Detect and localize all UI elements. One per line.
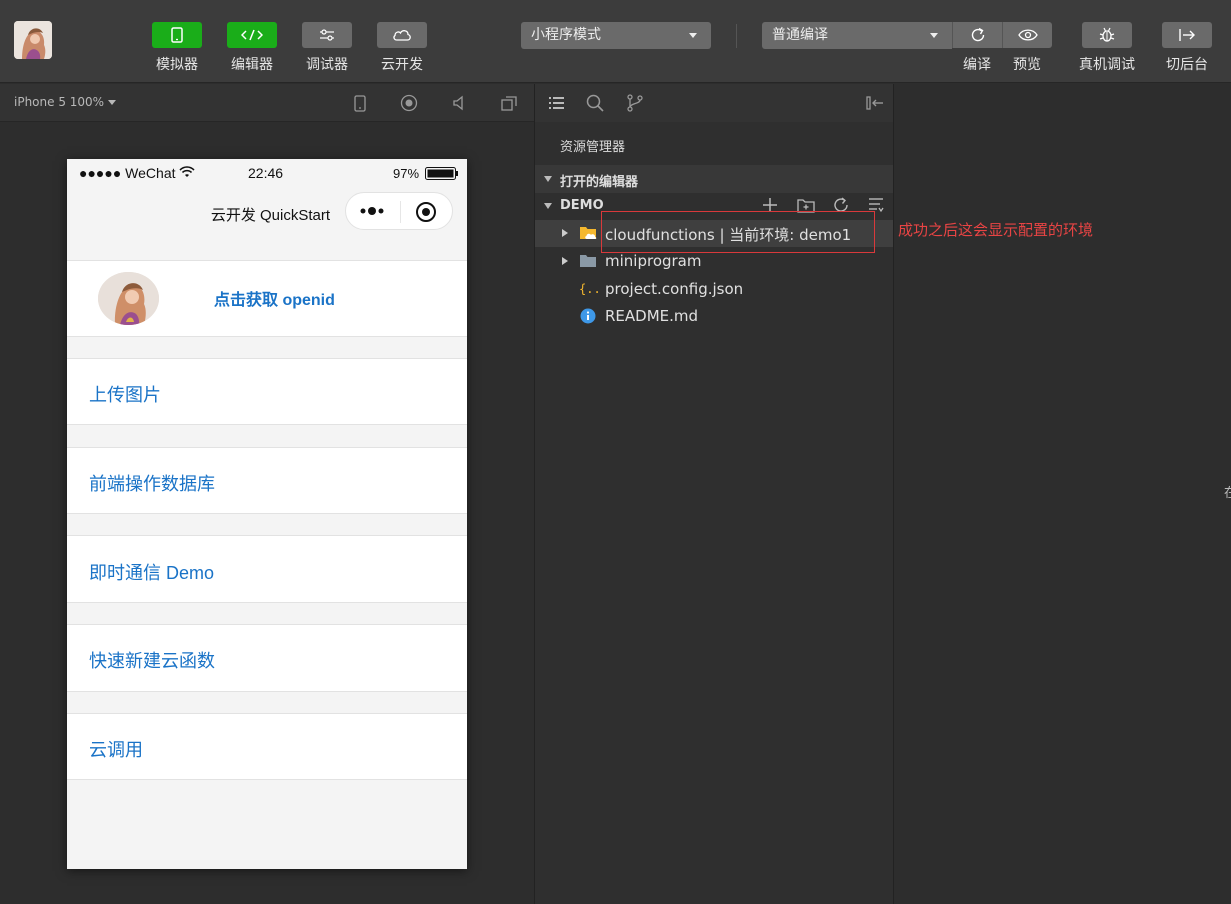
- cloud-dev-label: 云开发: [381, 57, 423, 73]
- cloud-folder-icon: [579, 225, 597, 241]
- simulator-toggle-button[interactable]: 模拟器: [152, 22, 202, 74]
- explorer-title: 资源管理器: [560, 140, 626, 155]
- close-mini-program-icon[interactable]: [415, 201, 437, 228]
- bug-icon: [1082, 22, 1132, 48]
- menu-item-label: 即时通信 Demo: [89, 563, 215, 583]
- capsule-divider: [400, 201, 401, 223]
- chevron-down-icon: [108, 100, 117, 105]
- user-avatar[interactable]: [14, 21, 52, 59]
- debug-toggle-icon: [302, 22, 352, 48]
- annotation-highlight-box: [601, 211, 875, 253]
- annotation-note: 成功之后这会显示配置的环境: [898, 222, 1094, 239]
- chevron-down-icon: [930, 33, 938, 38]
- file-list-icon[interactable]: [546, 93, 566, 113]
- explorer-activity-bar: [535, 84, 893, 122]
- home-icon[interactable]: [399, 93, 419, 113]
- menu-item-label: 云调用: [89, 740, 143, 760]
- top-toolbar: 模拟器 编辑器 调试器 云开发 小程序模式 普通编译 编译 预览 真机调试 切后…: [0, 0, 1231, 83]
- mode-select-value: 小程序模式: [531, 27, 601, 43]
- battery-icon: [425, 167, 459, 183]
- phone-icon: [152, 22, 202, 48]
- compile-button[interactable]: 编译: [952, 22, 1002, 74]
- chevron-right-icon[interactable]: [562, 257, 568, 265]
- cloud-dev-button[interactable]: 云开发: [377, 22, 427, 74]
- switch-background-icon: [1162, 22, 1212, 48]
- project-name: DEMO: [560, 198, 604, 213]
- tree-item-label: README.md: [605, 307, 699, 325]
- switch-background-button[interactable]: 切后台: [1162, 22, 1212, 74]
- open-editors-label: 打开的编辑器: [560, 175, 639, 190]
- menu-item-new-cloud-function[interactable]: 快速新建云函数: [67, 624, 467, 692]
- phone-screen: ●●●●● WeChat 22:46 97% 云开发 QuickStart 点击…: [67, 159, 467, 869]
- mode-select[interactable]: 小程序模式: [521, 22, 711, 49]
- menu-item-cloud-call[interactable]: 云调用: [67, 713, 467, 780]
- detach-window-icon[interactable]: [499, 93, 519, 113]
- battery-percent: 97%: [393, 166, 420, 181]
- device-label: iPhone 5 100%: [14, 95, 105, 109]
- compile-mode-select[interactable]: 普通编译: [762, 22, 952, 49]
- nav-title: 云开发 QuickStart: [210, 207, 330, 224]
- svg-text:{..}: {..}: [579, 282, 599, 296]
- menu-item-label: 前端操作数据库: [89, 474, 215, 494]
- editor-toggle-button[interactable]: 编辑器: [227, 22, 277, 74]
- cloud-icon: [377, 22, 427, 48]
- userinfo-card: 点击获取 openid: [67, 260, 467, 337]
- toolbar-divider: [736, 24, 737, 48]
- devtools-window: 模拟器 编辑器 调试器 云开发 小程序模式 普通编译 编译 预览 真机调试 切后…: [0, 0, 1231, 904]
- info-icon: [579, 308, 597, 324]
- menu-item-label: 上传图片: [89, 385, 161, 405]
- debugger-toggle-button[interactable]: 调试器: [302, 22, 352, 74]
- remote-debug-button[interactable]: 真机调试: [1079, 22, 1135, 74]
- status-time: 22:46: [248, 165, 284, 181]
- menu-item-database[interactable]: 前端操作数据库: [67, 447, 467, 514]
- carrier-text: ●●●●● WeChat: [79, 165, 176, 181]
- volume-icon[interactable]: [449, 93, 469, 113]
- editor-area: [894, 84, 1231, 904]
- device-select[interactable]: iPhone 5 100%: [14, 95, 117, 109]
- chevron-down-icon: [689, 33, 697, 38]
- code-icon: [227, 22, 277, 48]
- tree-item-label: project.config.json: [605, 280, 744, 298]
- switch-background-label: 切后台: [1166, 57, 1208, 73]
- capsule-menu[interactable]: [345, 192, 453, 230]
- source-control-icon[interactable]: [625, 93, 645, 113]
- compile-label: 编译: [963, 57, 991, 73]
- wifi-icon: [179, 165, 195, 181]
- compile-select-value: 普通编译: [772, 27, 828, 43]
- open-editors-section[interactable]: 打开的编辑器: [535, 165, 893, 193]
- get-openid-button[interactable]: 点击获取 openid: [214, 286, 335, 310]
- chevron-down-icon: [544, 176, 552, 182]
- more-icon[interactable]: [359, 203, 387, 224]
- tree-item-label: miniprogram: [605, 252, 702, 270]
- avatar: [98, 272, 159, 325]
- tree-item-project-config[interactable]: {..} project.config.json: [535, 276, 893, 303]
- preview-button[interactable]: 预览: [1002, 22, 1052, 74]
- folder-icon: [579, 253, 597, 269]
- preview-label: 预览: [1013, 57, 1041, 73]
- refresh-icon: [952, 22, 1002, 48]
- tree-item-readme[interactable]: README.md: [535, 303, 893, 330]
- chevron-down-icon: [544, 203, 552, 209]
- json-file-icon: {..}: [579, 280, 608, 296]
- rotate-device-icon[interactable]: [350, 93, 370, 113]
- menu-item-upload-image[interactable]: 上传图片: [67, 358, 467, 425]
- menu-item-im-demo[interactable]: 即时通信 Demo: [67, 535, 467, 603]
- simulator-label: 模拟器: [156, 57, 198, 73]
- simulator-header: iPhone 5 100%: [0, 84, 534, 122]
- remote-debug-label: 真机调试: [1079, 57, 1135, 73]
- collapse-panel-icon[interactable]: [865, 93, 885, 113]
- debugger-label: 调试器: [306, 57, 348, 73]
- menu-item-label: 快速新建云函数: [89, 651, 215, 671]
- chevron-right-icon[interactable]: [562, 229, 568, 237]
- editor-edge-text: 在: [1224, 486, 1231, 501]
- nav-bar: 云开发 QuickStart: [67, 187, 467, 239]
- status-bar: ●●●●● WeChat 22:46 97%: [67, 159, 467, 187]
- eye-icon: [1002, 22, 1052, 48]
- editor-label: 编辑器: [231, 57, 273, 73]
- search-icon[interactable]: [585, 93, 605, 113]
